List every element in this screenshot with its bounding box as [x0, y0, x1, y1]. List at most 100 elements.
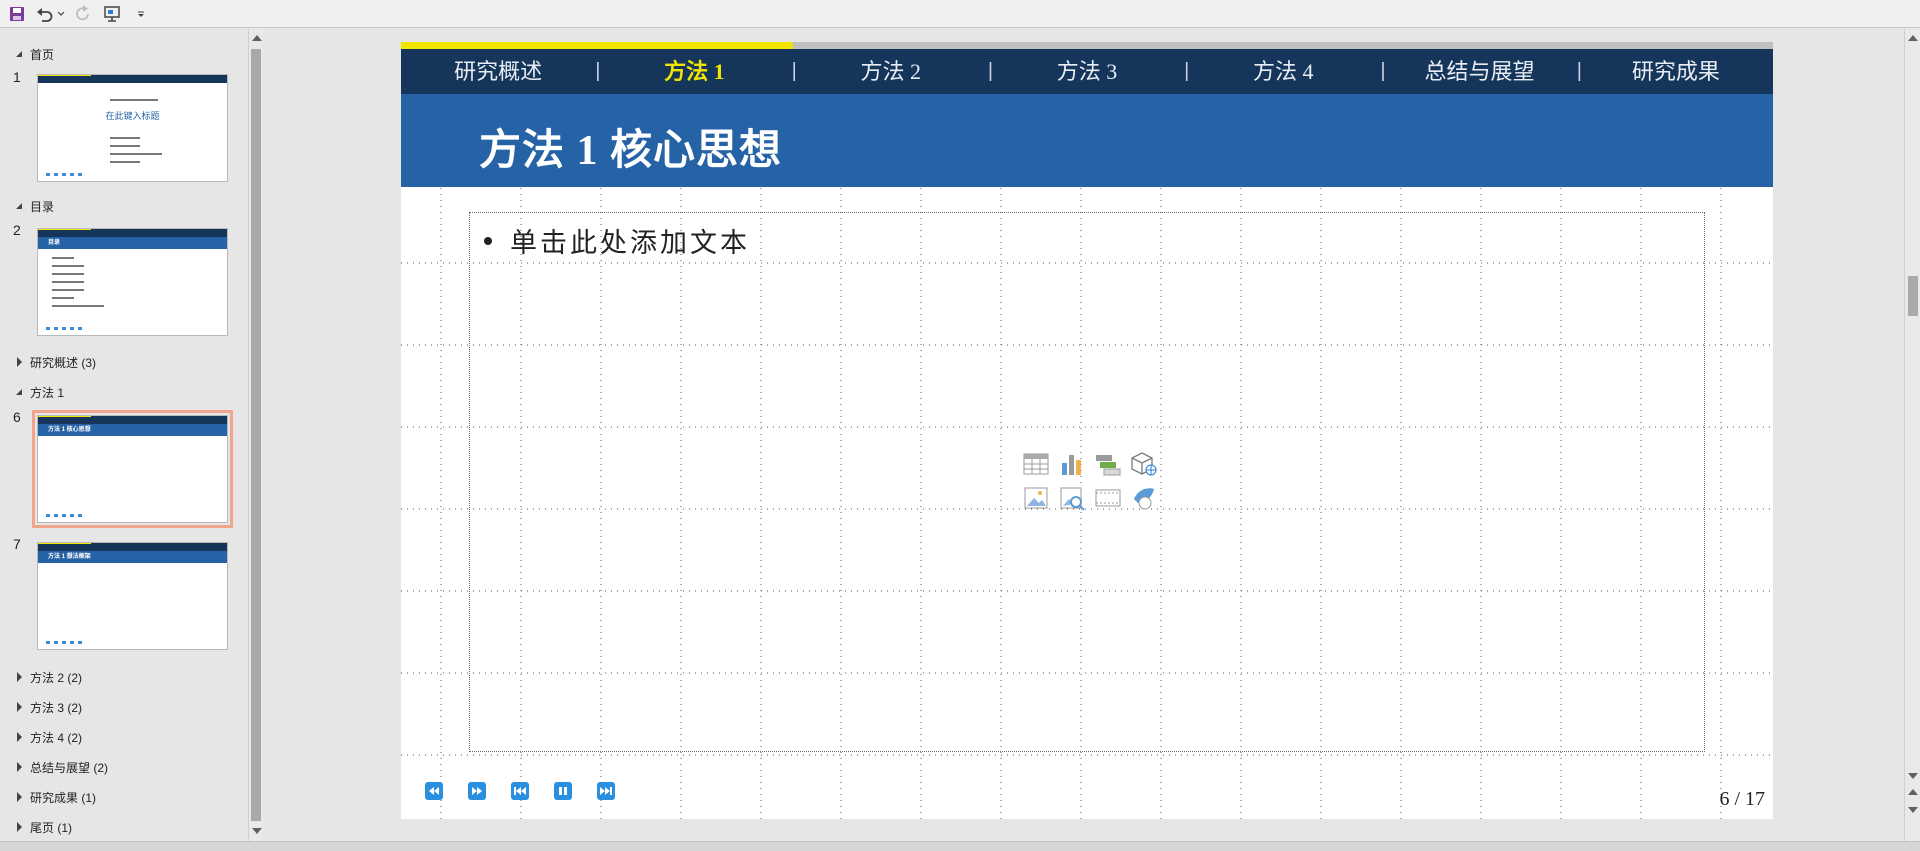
slide-thumbnail-7[interactable]: 方法 1 想法框架 — [37, 542, 228, 650]
icons-icon[interactable] — [1126, 481, 1162, 515]
thumb-text-line — [52, 273, 84, 275]
thumb-nav-bar — [38, 416, 227, 424]
chart-icon[interactable] — [1054, 447, 1090, 481]
skip-back-icon[interactable] — [511, 782, 529, 800]
skip-forward-icon[interactable] — [597, 782, 615, 800]
expand-arrow-icon[interactable] — [0, 382, 30, 402]
nav-tab[interactable]: 方法 1 — [597, 49, 791, 94]
bullet-dot-icon — [484, 236, 492, 245]
undo-icon[interactable] — [34, 3, 56, 25]
thumb-text-line — [52, 281, 84, 283]
slide-thumbnail-2[interactable]: 目录 — [37, 228, 228, 336]
save-icon[interactable] — [6, 3, 28, 25]
section-label: 方法 4 (2) — [30, 730, 83, 745]
scrollbar-thumb[interactable] — [251, 49, 261, 821]
slides-pane-scrollbar[interactable] — [248, 29, 263, 841]
expand-arrow-icon[interactable] — [0, 196, 30, 216]
online-picture-icon[interactable] — [1054, 481, 1090, 515]
thumb-text-line — [52, 305, 104, 307]
section-label: 方法 2 (2) — [30, 670, 83, 685]
collapse-arrow-icon[interactable] — [0, 787, 30, 807]
section-label: 总结与展望 (2) — [30, 760, 109, 775]
slide-number: 2 — [13, 222, 21, 238]
slide-thumbnail-6[interactable]: 方法 1 核心思想 — [32, 410, 233, 528]
video-icon[interactable] — [1090, 481, 1126, 515]
slide-number: 1 — [13, 69, 21, 85]
section-method-3[interactable]: 方法 3 (2) — [0, 697, 82, 717]
progress-bar-fill — [401, 42, 794, 49]
slide-title[interactable]: 方法 1 核心思想 — [479, 116, 782, 177]
scroll-down-icon[interactable] — [1908, 773, 1918, 779]
collapse-arrow-icon[interactable] — [0, 727, 30, 747]
collapse-arrow-icon[interactable] — [0, 697, 30, 717]
fast-forward-icon[interactable] — [468, 782, 486, 800]
scroll-down-icon[interactable] — [252, 828, 262, 834]
section-contents[interactable]: 目录 — [0, 196, 54, 216]
nav-tab[interactable]: 研究成果 — [1579, 49, 1773, 94]
section-results[interactable]: 研究成果 (1) — [0, 787, 96, 807]
thumb-title: 方法 1 核心思想 — [38, 424, 227, 436]
thumb-text-line — [110, 145, 140, 147]
thumb-media-controls — [46, 641, 86, 644]
editor-vertical-scrollbar[interactable] — [1904, 29, 1920, 841]
section-label: 研究成果 (1) — [30, 790, 97, 805]
section-label: 首页 — [30, 47, 55, 62]
thumb-text-line — [52, 289, 84, 291]
expand-arrow-icon[interactable] — [0, 44, 30, 64]
media-controls — [425, 782, 615, 800]
rewind-icon[interactable] — [425, 782, 443, 800]
section-method-4[interactable]: 方法 4 (2) — [0, 727, 82, 747]
table-icon[interactable] — [1018, 447, 1054, 481]
section-method-2[interactable]: 方法 2 (2) — [0, 667, 82, 687]
thumb-media-controls — [46, 173, 86, 176]
3d-model-icon[interactable] — [1126, 447, 1162, 481]
slide-editor: 研究概述 | 方法 1 | 方法 2 | 方法 3 | 方法 4 | 总结与展望 | 研究成果 方法 1… — [264, 29, 1904, 841]
presentation-icon[interactable] — [100, 3, 124, 25]
thumb-text-line — [110, 99, 158, 101]
picture-icon[interactable] — [1018, 481, 1054, 515]
next-slide-icon[interactable] — [1908, 807, 1918, 813]
thumb-text-line — [110, 153, 162, 155]
nav-tab[interactable]: 研究概述 — [401, 49, 595, 94]
slide-canvas[interactable]: 研究概述 | 方法 1 | 方法 2 | 方法 3 | 方法 4 | 总结与展望 | 研究成果 方法 1… — [401, 42, 1773, 819]
undo-dropdown-icon[interactable] — [56, 3, 66, 25]
nav-tab[interactable]: 方法 4 — [1186, 49, 1380, 94]
thumb-text-line — [52, 257, 74, 259]
content-placeholder[interactable]: 单击此处添加文本 — [469, 212, 1705, 752]
section-research-overview[interactable]: 研究概述 (3) — [0, 352, 96, 372]
thumb-text-line — [52, 265, 84, 267]
thumb-media-controls — [46, 514, 86, 517]
smartart-icon[interactable] — [1090, 447, 1126, 481]
collapse-arrow-icon[interactable] — [0, 667, 30, 687]
section-end[interactable]: 尾页 (1) — [0, 817, 72, 837]
section-summary[interactable]: 总结与展望 (2) — [0, 757, 108, 777]
status-bar — [0, 841, 1920, 851]
nav-tab[interactable]: 方法 2 — [794, 49, 988, 94]
scrollbar-thumb[interactable] — [1908, 276, 1918, 316]
collapse-arrow-icon[interactable] — [0, 817, 30, 837]
thumb-nav-bar — [38, 229, 227, 237]
scroll-up-icon[interactable] — [1908, 35, 1918, 41]
section-method-1[interactable]: 方法 1 — [0, 382, 64, 402]
bullet-placeholder-text: 单击此处添加文本 — [510, 228, 750, 258]
insert-content-icons — [1018, 447, 1162, 515]
previous-slide-icon[interactable] — [1908, 789, 1918, 795]
section-home[interactable]: 首页 — [0, 44, 54, 64]
nav-tab[interactable]: 方法 3 — [990, 49, 1184, 94]
thumb-text-line — [110, 137, 140, 139]
collapse-arrow-icon[interactable] — [0, 352, 30, 372]
thumb-nav-bar — [38, 543, 227, 551]
bullet-placeholder[interactable]: 单击此处添加文本 — [484, 221, 750, 260]
section-label: 研究概述 (3) — [30, 355, 97, 370]
slide-thumbnail-1[interactable]: 在此键入标题 — [37, 74, 228, 182]
slide-number: 6 — [13, 409, 21, 425]
section-label: 尾页 (1) — [30, 820, 73, 835]
collapse-arrow-icon[interactable] — [0, 757, 30, 777]
redo-icon[interactable] — [72, 3, 94, 25]
nav-tab[interactable]: 总结与展望 — [1382, 49, 1576, 94]
section-nav-bar: 研究概述 | 方法 1 | 方法 2 | 方法 3 | 方法 4 | 总结与展望 | 研究成果 — [401, 49, 1773, 94]
pause-icon[interactable] — [554, 782, 572, 800]
thumb-nav-bar — [38, 75, 227, 83]
customize-toolbar-icon[interactable] — [134, 3, 148, 25]
scroll-up-icon[interactable] — [252, 35, 262, 41]
